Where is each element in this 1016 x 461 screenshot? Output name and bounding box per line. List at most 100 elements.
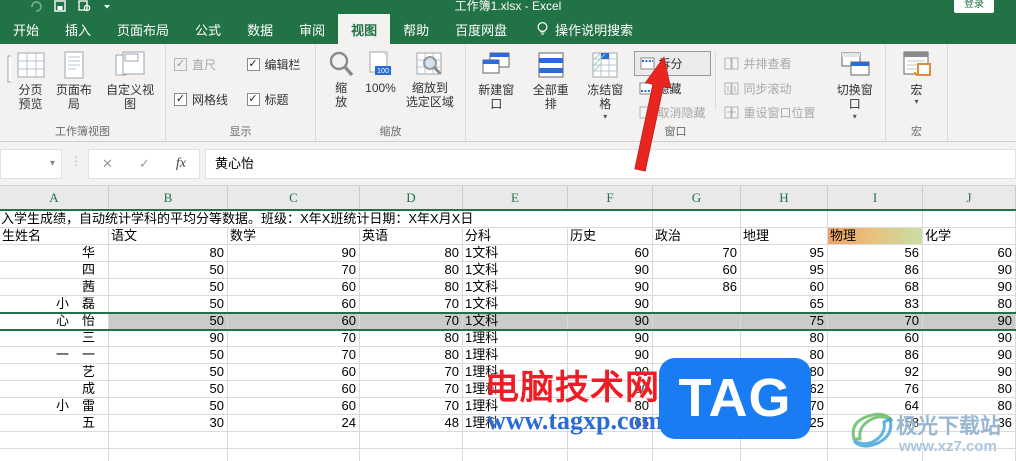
cell[interactable]: 76 (828, 381, 923, 398)
col-header-D[interactable]: D (360, 186, 463, 209)
cell[interactable]: 30 (109, 415, 228, 432)
cell[interactable]: 80 (360, 262, 463, 279)
cell[interactable]: 70 (360, 364, 463, 381)
ribbon-tab-7[interactable]: 帮助 (390, 14, 442, 44)
cell[interactable]: 75 (741, 313, 828, 330)
cell[interactable]: 80 (923, 381, 1016, 398)
cell[interactable]: 50 (109, 279, 228, 296)
cell[interactable] (109, 449, 228, 461)
col-header-G[interactable]: G (653, 186, 741, 209)
col-header-J[interactable]: J (923, 186, 1016, 209)
cell[interactable]: 语文 (109, 228, 228, 245)
cell[interactable]: 生姓名 (0, 228, 109, 245)
tell-me-search[interactable]: 操作说明搜索 (536, 14, 633, 44)
cell[interactable]: 80 (360, 245, 463, 262)
cell[interactable]: 入学生成绩，自动统计学科的平均分等数据。班级：X年X班统计日期：X年X月X日 (0, 211, 568, 228)
cell[interactable]: 60 (828, 330, 923, 347)
cell[interactable]: 60 (228, 364, 360, 381)
cell[interactable] (653, 449, 741, 461)
cell[interactable]: 70 (828, 313, 923, 330)
arrange-all-button[interactable]: 全部重排 (525, 48, 578, 125)
formula-bar-checkbox[interactable]: ✓ 编辑栏 (246, 56, 306, 73)
cell[interactable]: 80 (360, 330, 463, 347)
cell[interactable]: 90 (923, 279, 1016, 296)
switch-windows-button[interactable]: 切换窗口 ▾ (829, 48, 882, 125)
cell[interactable] (653, 211, 741, 228)
cell[interactable]: 五 (0, 415, 109, 432)
cell[interactable]: 分科 (463, 228, 568, 245)
cell[interactable]: 24 (228, 415, 360, 432)
table-row-selected[interactable]: 心 怡 50 60 70 1文科 90 75 70 90 (0, 312, 1016, 331)
cell[interactable]: 70 (228, 262, 360, 279)
cell[interactable]: 英语 (360, 228, 463, 245)
sign-in-button[interactable]: 登录 (954, 0, 994, 13)
cell[interactable]: 60 (228, 296, 360, 313)
insert-function-icon[interactable]: fx (176, 156, 186, 172)
cell[interactable]: 地理 (741, 228, 828, 245)
cell[interactable]: 1理科 (463, 330, 568, 347)
cell[interactable]: 茜 (0, 279, 109, 296)
col-header-F[interactable]: F (568, 186, 653, 209)
cell[interactable]: 50 (109, 347, 228, 364)
table-row[interactable]: 小 磊 50 60 70 1文科 90 65 83 80 (0, 296, 1016, 313)
cell[interactable]: 50 (109, 262, 228, 279)
cancel-icon[interactable]: ✕ (102, 156, 113, 172)
cell[interactable]: 80 (923, 296, 1016, 313)
cell[interactable]: 60 (228, 381, 360, 398)
cell[interactable]: 1文科 (463, 245, 568, 262)
cell[interactable] (828, 211, 923, 228)
cell[interactable]: 90 (568, 296, 653, 313)
cell[interactable] (0, 432, 109, 449)
cell[interactable] (923, 211, 1016, 228)
cell[interactable] (228, 449, 360, 461)
cell[interactable]: 60 (228, 313, 360, 330)
cell[interactable]: 化学 (923, 228, 1016, 245)
cell[interactable] (0, 449, 109, 461)
col-header-B[interactable]: B (109, 186, 228, 209)
cell[interactable]: 90 (923, 330, 1016, 347)
cell[interactable]: 50 (109, 398, 228, 415)
cell[interactable]: 83 (828, 296, 923, 313)
name-box-dropdown-icon[interactable]: ▾ (50, 158, 55, 169)
cell[interactable] (741, 211, 828, 228)
cell[interactable]: 90 (923, 347, 1016, 364)
cell[interactable]: 60 (228, 398, 360, 415)
cell[interactable]: 80 (360, 347, 463, 364)
cell[interactable]: 1文科 (463, 279, 568, 296)
cell[interactable]: 50 (109, 364, 228, 381)
cell[interactable]: 92 (828, 364, 923, 381)
macros-button[interactable]: 宏 ▾ (898, 48, 936, 125)
name-box[interactable]: ▾ (0, 149, 62, 179)
cell[interactable]: 历史 (568, 228, 653, 245)
cell[interactable] (228, 432, 360, 449)
cell[interactable]: 60 (923, 245, 1016, 262)
cell[interactable]: 70 (360, 313, 463, 330)
cell[interactable] (653, 296, 741, 313)
cell[interactable]: 60 (568, 245, 653, 262)
ribbon-tab-8[interactable]: 百度网盘 (442, 14, 520, 44)
formula-input[interactable]: 黄心怡 (205, 149, 1016, 179)
cell[interactable] (360, 449, 463, 461)
cell[interactable] (568, 449, 653, 461)
zoom-100-button[interactable]: 100 100% (362, 48, 399, 125)
cell[interactable]: 小 磊 (0, 296, 109, 313)
cell[interactable]: 68 (828, 279, 923, 296)
cell[interactable]: 95 (741, 262, 828, 279)
enter-icon[interactable]: ✓ (139, 156, 150, 172)
cell[interactable]: 70 (653, 245, 741, 262)
cell[interactable]: 70 (360, 296, 463, 313)
cell[interactable] (568, 211, 653, 228)
col-header-A[interactable]: A (0, 186, 109, 209)
cell[interactable]: 95 (741, 245, 828, 262)
ribbon-tab-6-active[interactable]: 视图 (338, 14, 391, 44)
headings-checkbox[interactable]: ✓ 标题 (246, 91, 306, 108)
new-window-button[interactable]: 新建窗口 (470, 48, 523, 125)
col-header-H[interactable]: H (741, 186, 828, 209)
cell[interactable]: 70 (360, 381, 463, 398)
ribbon-tab-1[interactable]: 插入 (52, 14, 104, 44)
cell[interactable]: 50 (109, 296, 228, 313)
ribbon-tab-4[interactable]: 数据 (234, 14, 286, 44)
cell[interactable]: 90 (568, 262, 653, 279)
cell[interactable]: 1文科 (463, 313, 568, 330)
cell[interactable]: 90 (568, 330, 653, 347)
